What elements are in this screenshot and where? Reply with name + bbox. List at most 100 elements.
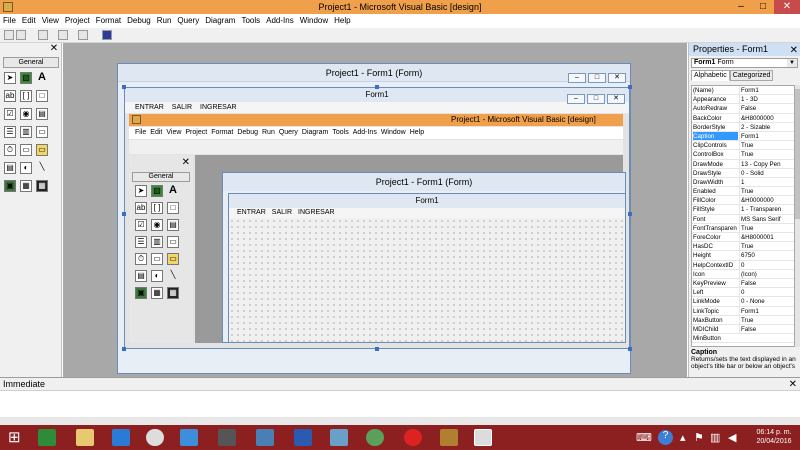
menu-run[interactable]: Run xyxy=(154,14,175,27)
resize-handle-nw[interactable] xyxy=(122,85,126,89)
chevron-down-icon[interactable]: ▼ xyxy=(787,59,797,67)
property-row[interactable]: Caption Form1 xyxy=(692,131,794,142)
property-row[interactable]: Font MS Sans Serif xyxy=(692,214,794,224)
property-list[interactable]: (Name) Form1 Appearance 1 - 3D AutoRedraw Fal… xyxy=(691,85,795,347)
resize-handle-ne[interactable] xyxy=(628,85,632,89)
drivelistbox-icon[interactable]: ▭ xyxy=(20,144,32,156)
dropbox-icon[interactable] xyxy=(180,429,198,446)
property-row[interactable]: DrawMode 13 - Copy Pen xyxy=(692,159,794,169)
property-value[interactable]: Form1 xyxy=(739,86,794,95)
resize-handle-e[interactable] xyxy=(628,212,632,216)
object-selector[interactable]: Form1 Form ▼ xyxy=(691,58,798,68)
property-row[interactable]: LinkMode 0 - None xyxy=(692,297,794,307)
volume-icon[interactable]: ◀ xyxy=(728,431,736,444)
form1-maximize-button[interactable]: □ xyxy=(587,94,605,104)
maximize-button[interactable]: □ xyxy=(752,0,774,14)
toolbox-close-icon[interactable]: ✕ xyxy=(49,44,59,54)
checkbox-icon[interactable]: ☑ xyxy=(4,108,16,120)
listbox-icon[interactable]: ☰ xyxy=(4,126,16,138)
property-row[interactable]: Left 0 xyxy=(692,288,794,298)
line-icon[interactable]: ╲ xyxy=(36,162,48,174)
property-value[interactable]: &H0000000 xyxy=(739,196,794,205)
menu-query[interactable]: Query xyxy=(174,14,202,27)
data-icon[interactable]: ▦ xyxy=(20,180,32,192)
tab-categorized[interactable]: Categorized xyxy=(729,70,774,81)
add-project-icon[interactable] xyxy=(4,30,14,40)
resize-handle-sw[interactable] xyxy=(122,347,126,351)
property-value[interactable]: &H8000000 xyxy=(739,113,794,122)
windows-start-icon[interactable]: ⊞ xyxy=(8,429,26,446)
picturebox-icon[interactable]: ▧ xyxy=(20,72,32,84)
network-icon[interactable]: ▥ xyxy=(710,431,720,444)
property-value[interactable]: Form1 xyxy=(739,306,794,315)
optionbutton-icon[interactable]: ◉ xyxy=(20,108,32,120)
shape-icon[interactable]: ◐ xyxy=(20,162,32,174)
lock-icon[interactable] xyxy=(102,30,112,40)
property-value[interactable]: True xyxy=(739,187,794,196)
resize-handle-s[interactable] xyxy=(375,347,379,351)
resize-handle-n[interactable] xyxy=(375,85,379,89)
property-value[interactable]: False xyxy=(739,324,794,334)
property-row[interactable]: KeyPreview False xyxy=(692,278,794,289)
menu-editor-icon[interactable] xyxy=(38,30,48,40)
property-row[interactable]: MaxButton True xyxy=(692,315,794,325)
property-row[interactable]: DrawWidth 1 xyxy=(692,177,794,188)
menu-edit[interactable]: Edit xyxy=(19,14,39,27)
scroll-thumb[interactable] xyxy=(795,89,800,219)
property-value[interactable]: True xyxy=(739,223,794,232)
property-value[interactable]: True xyxy=(739,315,794,324)
property-row[interactable]: FillStyle 1 - Transparen xyxy=(692,205,794,215)
property-value[interactable]: MS Sans Serif xyxy=(739,214,794,223)
minimize-button[interactable]: – xyxy=(730,0,752,14)
chrome-icon[interactable] xyxy=(146,429,164,446)
frame-icon[interactable]: [ ] xyxy=(20,90,32,102)
resize-handle-w[interactable] xyxy=(122,212,126,216)
property-value[interactable]: 13 - Copy Pen xyxy=(739,159,794,168)
property-row[interactable]: LinkTopic Form1 xyxy=(692,306,794,316)
property-row[interactable]: ClipControls True xyxy=(692,141,794,151)
word-icon[interactable] xyxy=(294,429,312,446)
property-row[interactable]: HasDC True xyxy=(692,242,794,252)
property-row[interactable]: MinButton xyxy=(692,334,794,344)
misc-icon[interactable] xyxy=(440,429,458,446)
open-icon[interactable] xyxy=(58,30,68,40)
property-scrollbar[interactable] xyxy=(795,85,800,347)
property-value[interactable]: (Icon) xyxy=(739,269,794,278)
toolbox-general-tab[interactable]: General xyxy=(3,57,59,68)
project-minimize-button[interactable]: – xyxy=(568,73,586,83)
vb6-icon[interactable] xyxy=(474,429,492,446)
property-row[interactable]: MDIChild False xyxy=(692,324,794,335)
property-value[interactable]: False xyxy=(739,104,794,113)
tab-alphabetic[interactable]: Alphabetic xyxy=(691,70,730,81)
property-value[interactable]: 0 xyxy=(739,260,794,269)
menu-add-ins[interactable]: Add-Ins xyxy=(263,14,297,27)
dirlistbox-icon[interactable]: ▭ xyxy=(36,144,48,156)
hscrollbar-icon[interactable]: ▥ xyxy=(20,126,32,138)
flag-icon[interactable]: ⚑ xyxy=(694,431,704,444)
timer-icon[interactable]: ⏱ xyxy=(4,144,16,156)
clock[interactable]: 06:14 p. m. 20/04/2016 xyxy=(750,428,798,446)
commandbutton-icon[interactable]: □ xyxy=(36,90,48,102)
menu-diagram[interactable]: Diagram xyxy=(202,14,238,27)
property-value[interactable]: 1 - 3D xyxy=(739,95,794,104)
menu-tools[interactable]: Tools xyxy=(238,14,263,27)
immediate-scrollbar[interactable] xyxy=(0,417,800,425)
form-menu-salir[interactable]: SALIR xyxy=(172,104,192,111)
filelistbox-icon[interactable]: ▤ xyxy=(4,162,16,174)
property-row[interactable]: ControlBox True xyxy=(692,150,794,160)
property-row[interactable]: FontTransparen True xyxy=(692,223,794,233)
ole-icon[interactable]: ▦ xyxy=(36,180,48,192)
menu-view[interactable]: View xyxy=(39,14,62,27)
property-value[interactable]: &H8000001 xyxy=(739,233,794,242)
menu-file[interactable]: File xyxy=(0,14,19,27)
flash-icon[interactable] xyxy=(404,429,422,446)
form1-close-button[interactable]: ✕ xyxy=(607,94,625,104)
property-value[interactable]: Form1 xyxy=(739,131,794,141)
project-close-button[interactable]: ✕ xyxy=(608,73,626,83)
files-icon[interactable] xyxy=(76,429,94,446)
property-value[interactable]: True xyxy=(739,242,794,251)
resize-handle-se[interactable] xyxy=(628,347,632,351)
property-value[interactable]: 1 - Transparen xyxy=(739,205,794,214)
menu-project[interactable]: Project xyxy=(62,14,93,27)
project-maximize-button[interactable]: □ xyxy=(588,73,606,83)
